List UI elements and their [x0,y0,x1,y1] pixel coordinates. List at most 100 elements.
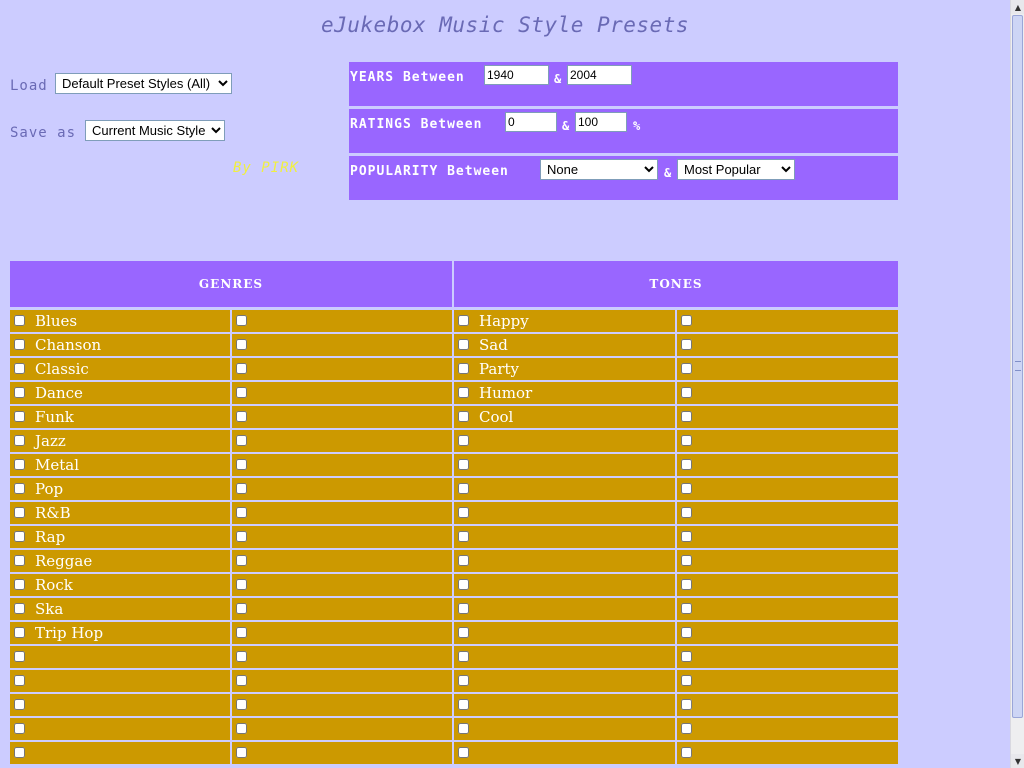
genre-extra-checkbox[interactable] [236,747,247,758]
tone-checkbox[interactable] [458,459,469,470]
tone-checkbox[interactable] [458,363,469,374]
tone-extra-checkbox[interactable] [681,411,692,422]
ratings-to-input[interactable] [575,112,627,132]
tone-extra-checkbox[interactable] [681,387,692,398]
tone-extra-checkbox[interactable] [681,699,692,710]
genre-checkbox[interactable] [14,699,25,710]
genre-extra-checkbox[interactable] [236,531,247,542]
tone-extra-checkbox[interactable] [681,747,692,758]
genre-checkbox[interactable] [14,435,25,446]
genre-extra-checkbox[interactable] [236,603,247,614]
scrollbar-thumb[interactable] [1012,15,1023,718]
genre-extra-checkbox[interactable] [236,435,247,446]
tone-checkbox[interactable] [458,651,469,662]
genre-extra-checkbox[interactable] [236,723,247,734]
tone-extra-checkbox[interactable] [681,531,692,542]
genre-checkbox[interactable] [14,723,25,734]
genre-extra-checkbox[interactable] [236,483,247,494]
genre-checkbox[interactable] [14,483,25,494]
tone-checkbox[interactable] [458,699,469,710]
tone-extra-checkbox[interactable] [681,579,692,590]
tone-cell [454,622,675,644]
genre-checkbox[interactable] [14,363,25,374]
genre-extra-checkbox[interactable] [236,387,247,398]
genre-cell: R&B [10,502,230,524]
genre-checkbox[interactable] [14,651,25,662]
vertical-scrollbar[interactable]: ▲ ▼ [1010,0,1024,768]
genre-extra-checkbox[interactable] [236,579,247,590]
years-to-input[interactable] [567,65,632,85]
genre-extra-checkbox[interactable] [236,555,247,566]
tone-extra-checkbox[interactable] [681,339,692,350]
tone-checkbox[interactable] [458,579,469,590]
genre-checkbox[interactable] [14,315,25,326]
tone-extra-checkbox[interactable] [681,435,692,446]
scroll-down-icon[interactable]: ▼ [1011,754,1024,768]
scroll-up-icon[interactable]: ▲ [1011,0,1024,14]
genre-checkbox[interactable] [14,603,25,614]
genre-label: Classic [35,360,89,378]
years-from-input[interactable] [484,65,549,85]
tone-checkbox[interactable] [458,723,469,734]
tone-extra-cell [677,526,898,548]
genre-checkbox[interactable] [14,747,25,758]
genre-checkbox[interactable] [14,507,25,518]
tone-checkbox[interactable] [458,531,469,542]
tone-extra-checkbox[interactable] [681,507,692,518]
tone-extra-checkbox[interactable] [681,723,692,734]
tone-extra-checkbox[interactable] [681,459,692,470]
genre-cell: Dance [10,382,230,404]
tone-checkbox[interactable] [458,483,469,494]
genre-extra-checkbox[interactable] [236,699,247,710]
tone-checkbox[interactable] [458,675,469,686]
genre-extra-checkbox[interactable] [236,675,247,686]
genre-checkbox[interactable] [14,579,25,590]
popularity-from-select[interactable]: None [540,159,658,180]
popularity-to-select[interactable]: Most Popular [677,159,795,180]
tone-checkbox[interactable] [458,315,469,326]
genre-checkbox[interactable] [14,627,25,638]
tone-checkbox[interactable] [458,507,469,518]
genre-checkbox[interactable] [14,411,25,422]
tone-cell [454,742,675,764]
genre-checkbox[interactable] [14,339,25,350]
genre-extra-checkbox[interactable] [236,627,247,638]
tone-checkbox[interactable] [458,603,469,614]
tone-checkbox[interactable] [458,627,469,638]
genre-label: Rock [35,576,73,594]
tone-extra-checkbox[interactable] [681,555,692,566]
save-as-select[interactable]: Current Music Style [85,120,225,141]
genre-cell: Metal [10,454,230,476]
tone-checkbox[interactable] [458,387,469,398]
tone-checkbox[interactable] [458,339,469,350]
tone-checkbox[interactable] [458,435,469,446]
genre-checkbox[interactable] [14,531,25,542]
load-label: Load [10,78,48,94]
genre-extra-cell [232,358,452,380]
genre-extra-checkbox[interactable] [236,411,247,422]
genre-checkbox[interactable] [14,675,25,686]
load-preset-select[interactable]: Default Preset Styles (All) [55,73,232,94]
genre-extra-checkbox[interactable] [236,339,247,350]
genre-label: Reggae [35,552,93,570]
genre-checkbox[interactable] [14,459,25,470]
genre-extra-checkbox[interactable] [236,651,247,662]
tone-extra-checkbox[interactable] [681,603,692,614]
genre-extra-checkbox[interactable] [236,315,247,326]
tone-checkbox[interactable] [458,411,469,422]
tone-extra-checkbox[interactable] [681,675,692,686]
genre-extra-checkbox[interactable] [236,363,247,374]
genre-checkbox[interactable] [14,387,25,398]
tone-extra-checkbox[interactable] [681,627,692,638]
genre-extra-checkbox[interactable] [236,507,247,518]
tone-checkbox[interactable] [458,747,469,758]
tone-extra-checkbox[interactable] [681,651,692,662]
ratings-from-input[interactable] [505,112,557,132]
tone-extra-checkbox[interactable] [681,483,692,494]
tone-extra-checkbox[interactable] [681,363,692,374]
genre-checkbox[interactable] [14,555,25,566]
genre-extra-checkbox[interactable] [236,459,247,470]
tone-extra-checkbox[interactable] [681,315,692,326]
tones-header: TONES [454,261,898,307]
tone-checkbox[interactable] [458,555,469,566]
